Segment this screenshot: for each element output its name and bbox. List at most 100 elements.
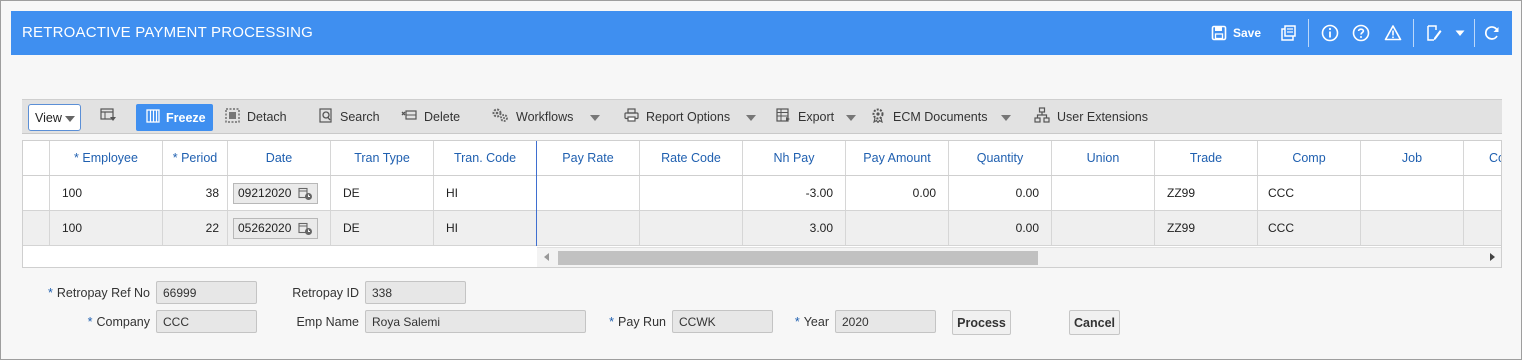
cell-pay-rate[interactable] <box>537 176 640 210</box>
column-header-quantity[interactable]: Quantity <box>949 141 1052 175</box>
data-grid: * Employee * Period Date Tran Type Tran.… <box>22 140 1502 268</box>
info-button[interactable] <box>1321 22 1339 44</box>
scrollbar-thumb[interactable] <box>558 251 1038 265</box>
view-select[interactable]: View <box>28 104 81 131</box>
date-picker[interactable]: 05262020 <box>233 217 318 239</box>
cell-pay-amount[interactable] <box>846 211 949 245</box>
refresh-button[interactable] <box>1483 22 1501 44</box>
delete-button[interactable]: Delete <box>401 100 460 133</box>
help-button[interactable] <box>1352 22 1370 44</box>
cell-co[interactable] <box>1464 211 1501 245</box>
cell-employee[interactable]: 100 <box>50 176 163 210</box>
column-header-pay-amount[interactable]: Pay Amount <box>846 141 949 175</box>
workflows-button[interactable]: Workflows <box>491 100 573 133</box>
column-header-union[interactable]: Union <box>1052 141 1155 175</box>
cell-job[interactable] <box>1361 176 1464 210</box>
user-extensions-button[interactable]: User Extensions <box>1034 100 1148 133</box>
ecm-documents-label: ECM Documents <box>893 109 988 124</box>
report-options-dropdown-icon[interactable] <box>746 115 756 121</box>
cell-comp[interactable]: CCC <box>1258 211 1361 245</box>
view-select-label: View <box>35 110 62 125</box>
refresh-icon <box>1483 24 1501 42</box>
cell-period[interactable]: 38 <box>163 176 228 210</box>
cell-tran-type[interactable]: DE <box>331 176 434 210</box>
cell-nh-pay[interactable]: -3.00 <box>743 176 846 210</box>
column-header-trade[interactable]: Trade <box>1155 141 1258 175</box>
warning-button[interactable] <box>1384 22 1402 44</box>
retropay-id-field[interactable]: 338 <box>365 281 466 304</box>
column-header-employee[interactable]: * Employee <box>50 141 163 175</box>
date-picker[interactable]: 09212020 <box>233 182 318 204</box>
cell-tran-code[interactable]: HI <box>434 176 537 210</box>
horizontal-scrollbar[interactable] <box>537 247 1501 267</box>
detach-label: Detach <box>247 109 287 124</box>
cell-pay-amount[interactable]: 0.00 <box>846 176 949 210</box>
calendar-clock-icon[interactable] <box>298 222 313 236</box>
cell-union[interactable] <box>1052 211 1155 245</box>
report-options-button[interactable]: Report Options <box>624 100 730 133</box>
retropay-ref-no-field[interactable]: 66999 <box>156 281 257 304</box>
workflows-dropdown-icon[interactable] <box>590 115 600 121</box>
more-options-button[interactable] <box>1454 22 1466 44</box>
cell-tran-type[interactable]: DE <box>331 211 434 245</box>
scroll-left-icon[interactable] <box>544 253 549 261</box>
row-selector-header[interactable] <box>23 141 50 175</box>
row-selector[interactable] <box>23 211 50 245</box>
column-header-rate-code[interactable]: Rate Code <box>640 141 743 175</box>
cell-tran-code[interactable]: HI <box>434 211 537 245</box>
print-button[interactable] <box>1279 22 1297 44</box>
cell-job[interactable] <box>1361 211 1464 245</box>
ecm-documents-button[interactable]: ECM Documents <box>870 100 987 133</box>
cell-employee[interactable]: 100 <box>50 211 163 245</box>
cell-pay-rate[interactable] <box>537 211 640 245</box>
column-settings-button[interactable] <box>100 100 124 133</box>
column-header-period[interactable]: * Period <box>163 141 228 175</box>
cell-date[interactable]: 09212020 <box>228 176 331 210</box>
column-header-pay-rate[interactable]: Pay Rate <box>537 141 640 175</box>
ecm-documents-dropdown-icon[interactable] <box>1001 115 1011 121</box>
calendar-clock-icon[interactable] <box>298 187 313 201</box>
freeze-button[interactable]: Freeze <box>136 104 213 131</box>
cell-period[interactable]: 22 <box>163 211 228 245</box>
column-header-comp[interactable]: Comp <box>1258 141 1361 175</box>
cell-co[interactable] <box>1464 176 1501 210</box>
edit-notes-button[interactable] <box>1425 22 1443 44</box>
row-selector[interactable] <box>23 176 50 210</box>
save-button[interactable]: Save <box>1211 22 1261 44</box>
page-title: RETROACTIVE PAYMENT PROCESSING <box>22 24 314 41</box>
cell-union[interactable] <box>1052 176 1155 210</box>
year-field[interactable]: 2020 <box>835 310 936 333</box>
cell-nh-pay[interactable]: 3.00 <box>743 211 846 245</box>
scroll-right-icon[interactable] <box>1490 253 1495 261</box>
cancel-button[interactable]: Cancel <box>1069 310 1120 335</box>
export-button[interactable]: Export <box>776 100 834 133</box>
header-divider <box>1308 19 1309 47</box>
column-header-tran-type[interactable]: Tran Type <box>331 141 434 175</box>
freeze-icon <box>146 109 166 126</box>
cell-trade[interactable]: ZZ99 <box>1155 176 1258 210</box>
search-button[interactable]: Search <box>319 100 380 133</box>
pay-run-field[interactable]: CCWK <box>672 310 773 333</box>
delete-row-icon <box>401 108 424 125</box>
column-header-job[interactable]: Job <box>1361 141 1464 175</box>
column-header-tran-code[interactable]: Tran. Code <box>434 141 537 175</box>
table-row[interactable]: 100 38 09212020 DE HI -3.00 0.00 0.00 ZZ… <box>23 176 1501 211</box>
cell-rate-code[interactable] <box>640 211 743 245</box>
company-field[interactable]: CCC <box>156 310 257 333</box>
retropay-id-label: Retropay ID <box>292 286 359 300</box>
emp-name-field[interactable]: Roya Salemi <box>365 310 586 333</box>
cell-rate-code[interactable] <box>640 176 743 210</box>
column-header-nh-pay[interactable]: Nh Pay <box>743 141 846 175</box>
cell-comp[interactable]: CCC <box>1258 176 1361 210</box>
cell-trade[interactable]: ZZ99 <box>1155 211 1258 245</box>
column-header-co[interactable]: Co <box>1464 141 1501 175</box>
column-header-date[interactable]: Date <box>228 141 331 175</box>
process-button[interactable]: Process <box>952 310 1011 335</box>
detach-button[interactable]: Detach <box>225 100 287 133</box>
cell-quantity[interactable]: 0.00 <box>949 211 1052 245</box>
table-row[interactable]: 100 22 05262020 DE HI 3.00 0.00 ZZ99 CCC <box>23 211 1501 246</box>
export-dropdown-icon[interactable] <box>846 115 856 121</box>
cell-quantity[interactable]: 0.00 <box>949 176 1052 210</box>
ecm-documents-icon <box>870 107 893 126</box>
cell-date[interactable]: 05262020 <box>228 211 331 245</box>
